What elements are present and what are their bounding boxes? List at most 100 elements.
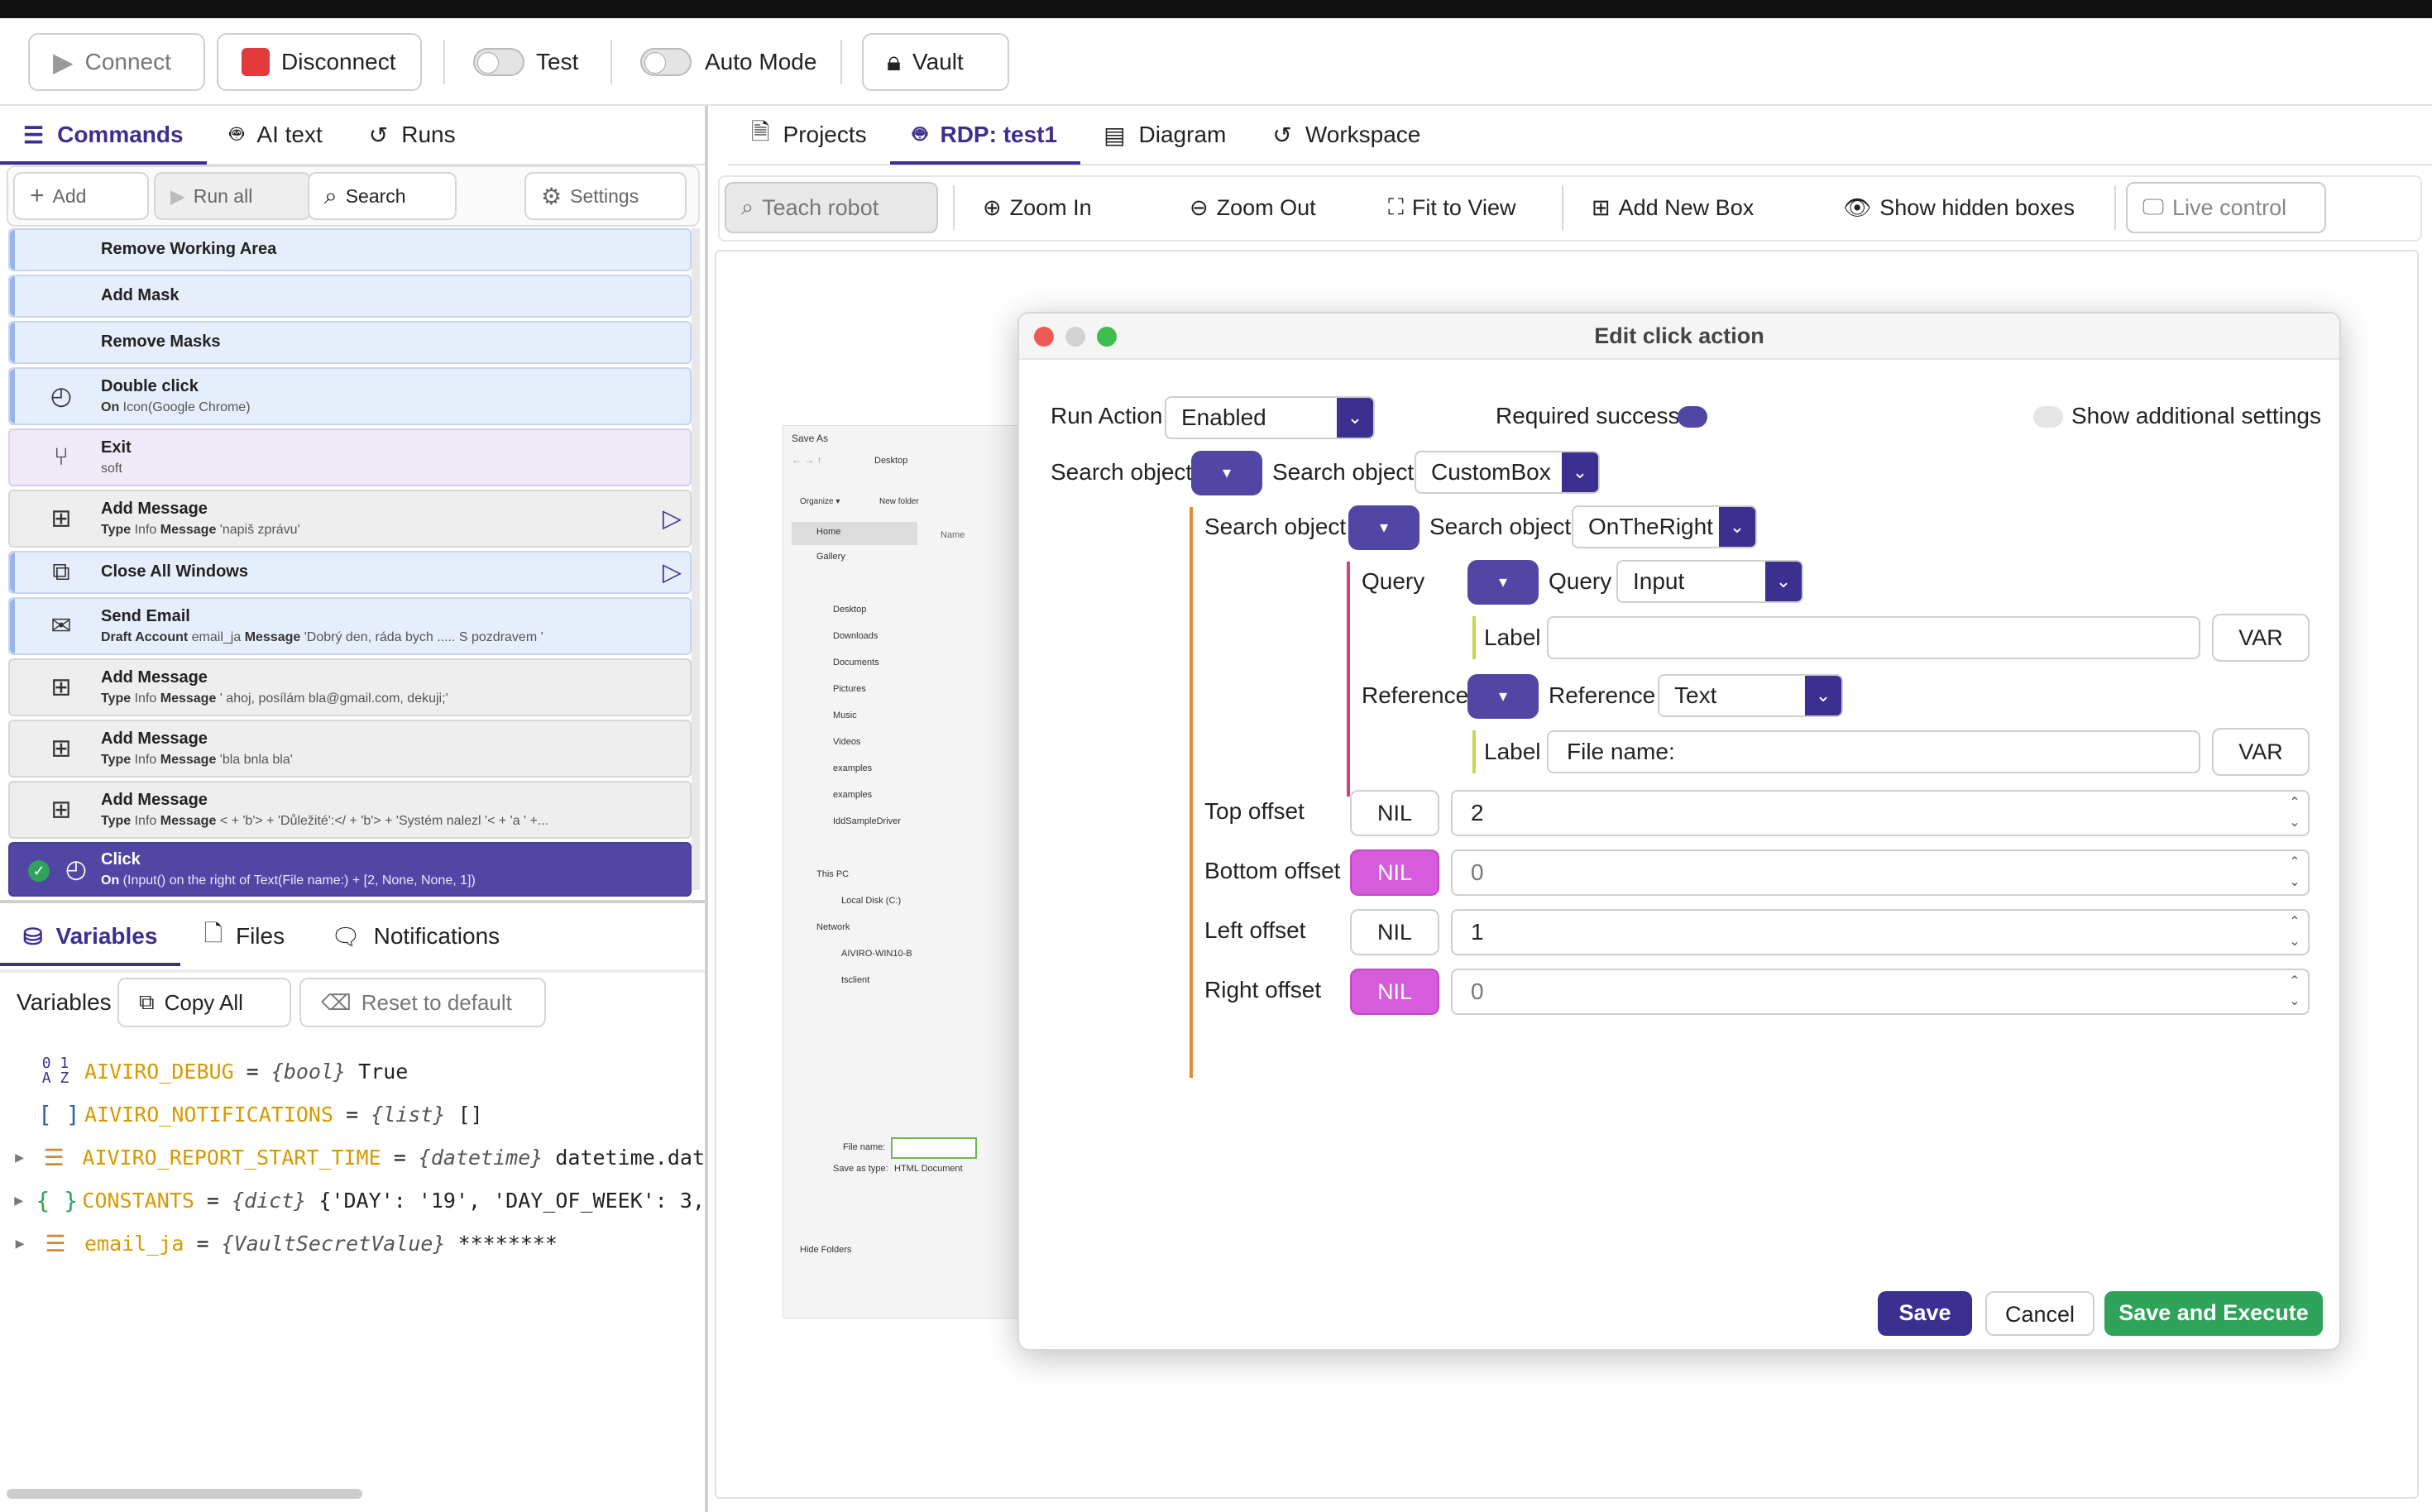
live-control-button[interactable]: 🖵︎ Live control [2126,182,2326,233]
play-icon[interactable]: ▷ [663,558,682,587]
right-offset-input[interactable]: 0 ⌃ ⌄ [1451,969,2310,1015]
search-object-select[interactable]: CustomBox ⌄ [1415,451,1600,494]
spinner-icon[interactable]: ⌃ ⌄ [2285,853,2305,892]
variable-row[interactable]: 0 1A Z AIVIRO_DEBUG = {bool} True [0,1050,705,1092]
label-label: Label [1484,739,1541,764]
list-item[interactable]: ⧉ Close All Windows ▷ [8,551,692,594]
search-command-button[interactable]: ⌕ Search [308,172,457,220]
show-additional-toggle[interactable] [2033,406,2063,428]
tab-runs[interactable]: ↺ Runs [346,105,479,165]
search-icon: ⌕ [741,194,754,219]
expand-icon[interactable]: ▶ [10,1235,30,1252]
play-icon[interactable]: ▷ [663,505,682,534]
vault-button[interactable]: 🔒︎ Vault [862,33,1009,91]
auto-mode-toggle[interactable] [640,48,692,76]
tab-workspace[interactable]: ↺ Workspace [1249,105,1443,165]
left-offset-input[interactable]: 1 ⌃ ⌄ [1451,909,2310,955]
remote-screenshot: Save As ← → ↑ Desktop Organize ▾ New fol… [783,425,1047,1318]
list-item[interactable]: ⊞ Add Message Type Info Message 'bla bnl… [8,720,692,778]
collapse-button[interactable]: ▾ [1467,674,1539,719]
zoom-out-button[interactable]: ⊖ Zoom Out [1175,182,1331,233]
run-all-button[interactable]: ▶ Run all [154,172,311,220]
query-label: Query [1362,568,1425,594]
double-click-icon: ◴ [50,382,73,410]
search-object-select[interactable]: OnTheRight ⌄ [1572,505,1757,548]
list-item[interactable]: ⊞ Add Message Type Info Message ' ahoj, … [8,658,692,716]
tab-projects[interactable]: 🗎 Projects [728,105,890,165]
list-item[interactable]: ⑂ Exit soft [8,428,692,486]
run-action-select[interactable]: Enabled ⌄ [1165,396,1375,439]
list-item[interactable]: ✉ Send Email Draft Account email_ja Mess… [8,597,692,655]
spinner-icon[interactable]: ⌃ ⌄ [2285,912,2305,952]
list-item[interactable]: Remove Masks [8,321,692,364]
panel-divider[interactable] [0,900,708,903]
spinner-icon[interactable]: ⌃ ⌄ [2285,972,2305,1012]
search-object-type-label: Search object [1429,514,1572,539]
tab-variables[interactable]: ⛁ Variables [0,907,181,966]
list-item[interactable]: Remove Working Area [8,228,692,271]
spinner-icon[interactable]: ⌃ ⌄ [2285,793,2305,833]
tab-ai-text[interactable]: 🤖︎ AI text [207,105,346,165]
search-object-label: Search object [1204,514,1347,539]
list-item[interactable]: ⊞ Add Message Type Info Message 'napiš z… [8,490,692,548]
tab-commands[interactable]: ☰ Commands [0,105,207,165]
query-select[interactable]: Input ⌄ [1616,560,1803,603]
reference-type-label: Reference [1549,682,1656,708]
fit-to-view-button[interactable]: ⛶ Fit to View [1373,182,1530,233]
lock-icon: 🔒︎ [887,46,902,76]
add-command-button[interactable]: + Add [13,172,149,220]
collapse-button[interactable]: ▾ [1467,560,1539,605]
list-item[interactable]: Add Mask [8,275,692,318]
expand-icon[interactable]: ▶ [10,1149,29,1166]
reference-select[interactable]: Text ⌄ [1658,674,1843,717]
top-offset-input[interactable]: 2 ⌃ ⌄ [1451,790,2310,836]
right-offset-nil-button[interactable]: NIL [1350,969,1439,1015]
disconnect-button[interactable]: Disconnect [217,33,422,91]
left-tabs: ☰ Commands 🤖︎ AI text ↺ Runs [0,106,705,165]
required-success-toggle[interactable] [1678,406,1707,428]
var-button[interactable]: VAR [2212,614,2310,662]
test-toggle[interactable] [473,48,524,76]
tab-rdp[interactable]: 🤖︎ RDP: test1 [889,105,1081,165]
variable-row[interactable]: ▶ ☰ AIVIRO_REPORT_START_TIME = {datetime… [0,1136,705,1178]
right-tabs: 🗎 Projects 🤖︎ RDP: test1 ▤ Diagram ↺ Wor… [728,106,2432,165]
bottom-tabs: ⛁ Variables 🗋 Files 🗨︎ Notifications [0,907,705,966]
query-label-input[interactable] [1547,616,2200,659]
search-object-label: Search object [1051,459,1193,485]
tab-diagram[interactable]: ▤ Diagram [1080,105,1249,165]
show-hidden-boxes-button[interactable]: 👁︎ Show hidden boxes [1828,182,2090,233]
expand-icon[interactable]: ▶ [10,1192,27,1209]
variables-scrollbar[interactable] [7,1489,362,1499]
variable-row[interactable]: ▶ ☰ email_ja = {VaultSecretValue} ******… [0,1223,705,1264]
var-button[interactable]: VAR [2212,728,2310,776]
cancel-button[interactable]: Cancel [1985,1291,2094,1336]
nesting-line [1472,730,1476,773]
bottom-offset-nil-button[interactable]: NIL [1350,849,1439,896]
variable-row[interactable]: ▶ { } CONSTANTS = {dict} {'DAY': '19', '… [0,1179,705,1221]
connect-button[interactable]: ▶ Connect [28,33,205,91]
save-button[interactable]: Save [1878,1291,1972,1336]
list-item[interactable]: ◴ Double click On Icon(Google Chrome) [8,367,692,425]
reference-label-input[interactable]: File name: [1547,730,2200,773]
copy-all-button[interactable]: ⧉ Copy All [117,978,291,1027]
add-new-box-button[interactable]: ⊞ Add New Box [1577,182,1769,233]
list-item-selected[interactable]: ✓ ◴ Click On (Input() on the right of Te… [8,842,692,897]
tab-files[interactable]: 🗋 Files [180,907,308,966]
commands-scrollbar[interactable] [692,228,700,890]
variable-row[interactable]: [ ] AIVIRO_NOTIFICATIONS = {list} [] [0,1093,705,1135]
reset-to-default-button[interactable]: ⌫ Reset to default [299,978,546,1027]
bottom-offset-input[interactable]: 0 ⌃ ⌄ [1451,849,2310,896]
auto-mode-label: Auto Mode [705,49,817,74]
teach-robot-button[interactable]: ⌕ Teach robot [725,182,938,233]
click-icon: ◴ [65,855,88,883]
left-offset-nil-button[interactable]: NIL [1350,909,1439,955]
collapse-button[interactable]: ▾ [1191,451,1262,495]
top-offset-nil-button[interactable]: NIL [1350,790,1439,836]
tab-notifications[interactable]: 🗨︎ Notifications [308,907,523,966]
list-item[interactable]: ⊞ Add Message Type Info Message < + 'b'>… [8,781,692,839]
zoom-in-button[interactable]: ⊕ Zoom In [968,182,1107,233]
save-and-execute-button[interactable]: Save and Execute [2104,1291,2323,1336]
settings-button[interactable]: ⚙ Settings [524,172,687,220]
collapse-button[interactable]: ▾ [1348,505,1419,550]
add-message-icon: ⊞ [50,673,72,701]
